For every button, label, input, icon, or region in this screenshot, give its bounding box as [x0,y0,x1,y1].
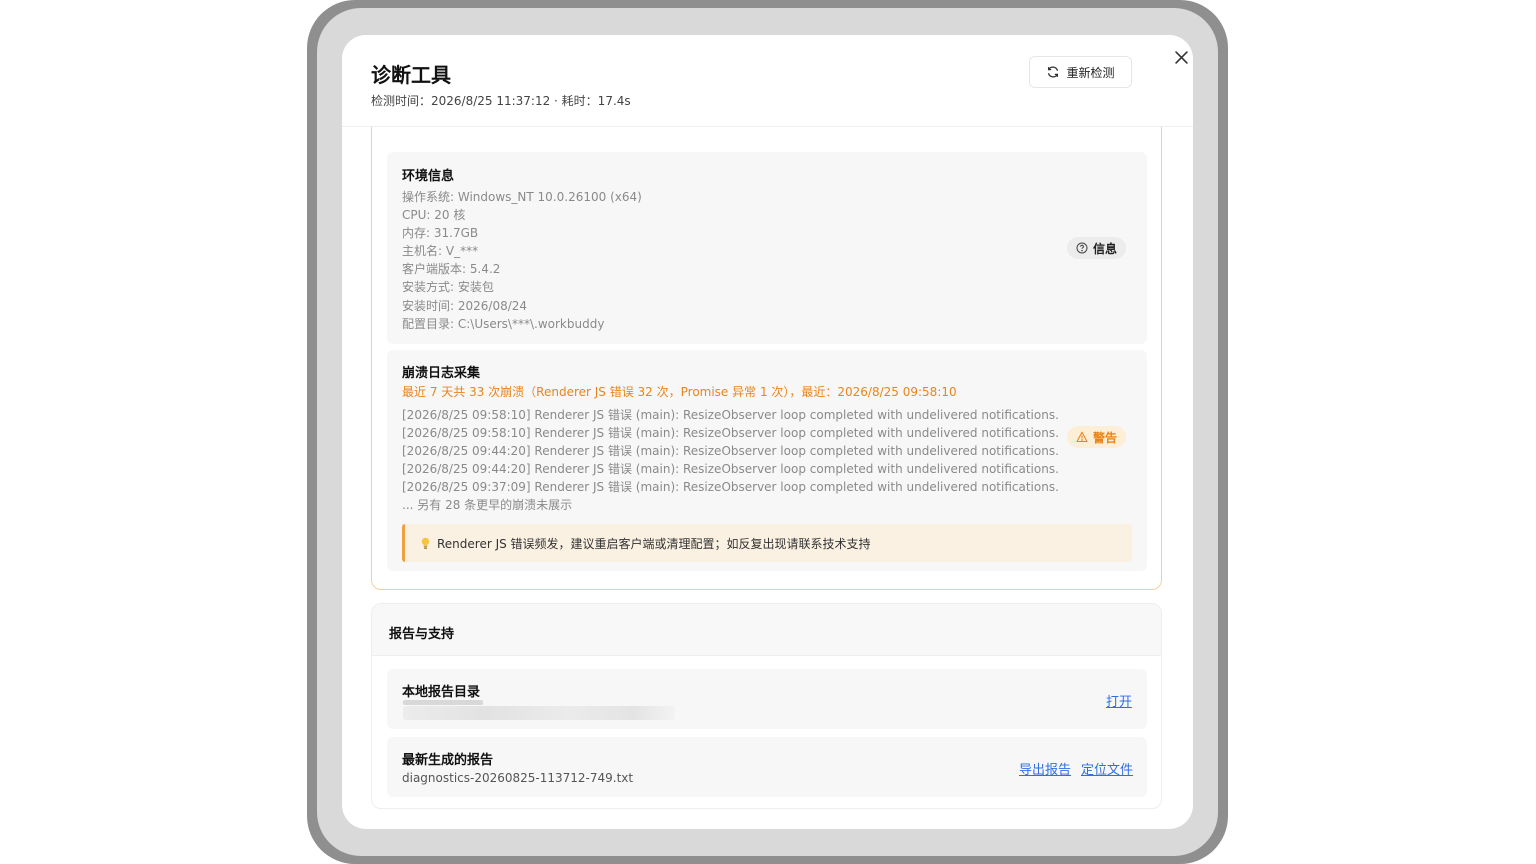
report-support-panel: 报告与支持 本地报告目录 打开 最新生成的报告 diagnostics-2026… [371,603,1162,809]
crash-log-lines: [2026/8/25 09:58:10] Renderer JS 错误 (mai… [402,406,1059,515]
crash-log-title: 崩溃日志采集 [402,366,481,381]
recheck-label: 重新检测 [1066,65,1115,80]
dialog-header: 诊断工具 检测时间：2026/8/25 11:37:12 · 耗时：17.4s … [342,35,1193,127]
env-line: 客户端版本: 5.4.2 [402,262,501,277]
diagnostic-results-panel: 环境信息 操作系统: Windows_NT 10.0.26100 (x64) C… [371,107,1162,590]
close-button[interactable] [1171,47,1191,67]
env-line: 内存: 31.7GB [402,226,479,241]
export-report-link[interactable]: 导出报告 [1019,759,1071,778]
open-dir-link[interactable]: 打开 [1106,691,1132,710]
local-report-dir-title: 本地报告目录 [402,685,481,700]
crash-log-entry: [2026/8/25 09:58:10] Renderer JS 错误 (mai… [402,408,1059,422]
env-info-title: 环境信息 [402,169,455,184]
crash-log-more: ... 另有 28 条更早的崩溃未展示 [402,498,573,513]
env-line: 操作系统: Windows_NT 10.0.26100 (x64) [402,190,642,204]
close-icon [1174,50,1188,64]
crash-suggestion-text: Renderer JS 错误频发，建议重启客户端或清理配置；如反复出现请联系技术… [437,536,871,551]
info-chat-icon [1076,242,1088,254]
info-badge: 信息 [1067,237,1127,259]
warning-badge: 警告 [1067,426,1127,448]
env-line: 主机名: V_*** [402,244,479,259]
env-line: 配置目录: C:\Users\***\.workbuddy [402,316,605,331]
env-line: 安装时间: 2026/08/24 [402,298,528,313]
local-report-dir-card: 本地报告目录 打开 [387,669,1147,729]
dialog-title: 诊断工具 [371,63,451,87]
dialog-body[interactable]: 环境信息 操作系统: Windows_NT 10.0.26100 (x64) C… [342,107,1193,829]
crash-log-entry: [2026/8/25 09:37:09] Renderer JS 错误 (mai… [402,480,1059,495]
latest-report-card: 最新生成的报告 diagnostics-20260825-113712-749.… [387,737,1147,797]
info-badge-label: 信息 [1093,241,1118,256]
env-line: CPU: 20 核 [402,208,466,223]
locate-file-link[interactable]: 定位文件 [1081,759,1133,778]
redacted-path-value [403,706,675,720]
report-support-title: 报告与支持 [389,627,455,642]
crash-log-entry: [2026/8/25 09:44:20] Renderer JS 错误 (mai… [402,444,1059,459]
lightbulb-icon [421,537,430,549]
env-line: 安装方式: 安装包 [402,280,494,295]
refresh-icon [1048,66,1059,78]
env-info-lines: 操作系统: Windows_NT 10.0.26100 (x64) CPU: 2… [402,188,642,333]
crash-log-entry: [2026/8/25 09:58:10] Renderer JS 错误 (mai… [402,426,1059,441]
crash-summary: 最近 7 天共 33 次崩溃（Renderer JS 错误 32 次，Promi… [402,385,957,399]
diagnostics-dialog: 诊断工具 检测时间：2026/8/25 11:37:12 · 耗时：17.4s … [342,35,1193,829]
warning-badge-label: 警告 [1093,430,1118,445]
latest-report-filename: diagnostics-20260825-113712-749.txt [402,771,634,785]
env-info-card: 环境信息 操作系统: Windows_NT 10.0.26100 (x64) C… [387,152,1147,344]
warning-triangle-icon [1076,431,1088,443]
recheck-button[interactable]: 重新检测 [1029,56,1132,88]
redacted-path [403,700,483,705]
crash-log-entry: [2026/8/25 09:44:20] Renderer JS 错误 (mai… [402,462,1059,477]
crash-suggestion-tip: Renderer JS 错误频发，建议重启客户端或清理配置；如反复出现请联系技术… [402,524,1132,562]
report-support-header: 报告与支持 [372,604,1161,656]
latest-report-title: 最新生成的报告 [402,753,494,768]
detection-time: 检测时间：2026/8/25 11:37:12 · 耗时：17.4s [371,94,631,108]
crash-log-card: 崩溃日志采集 最近 7 天共 33 次崩溃（Renderer JS 错误 32 … [387,350,1147,571]
